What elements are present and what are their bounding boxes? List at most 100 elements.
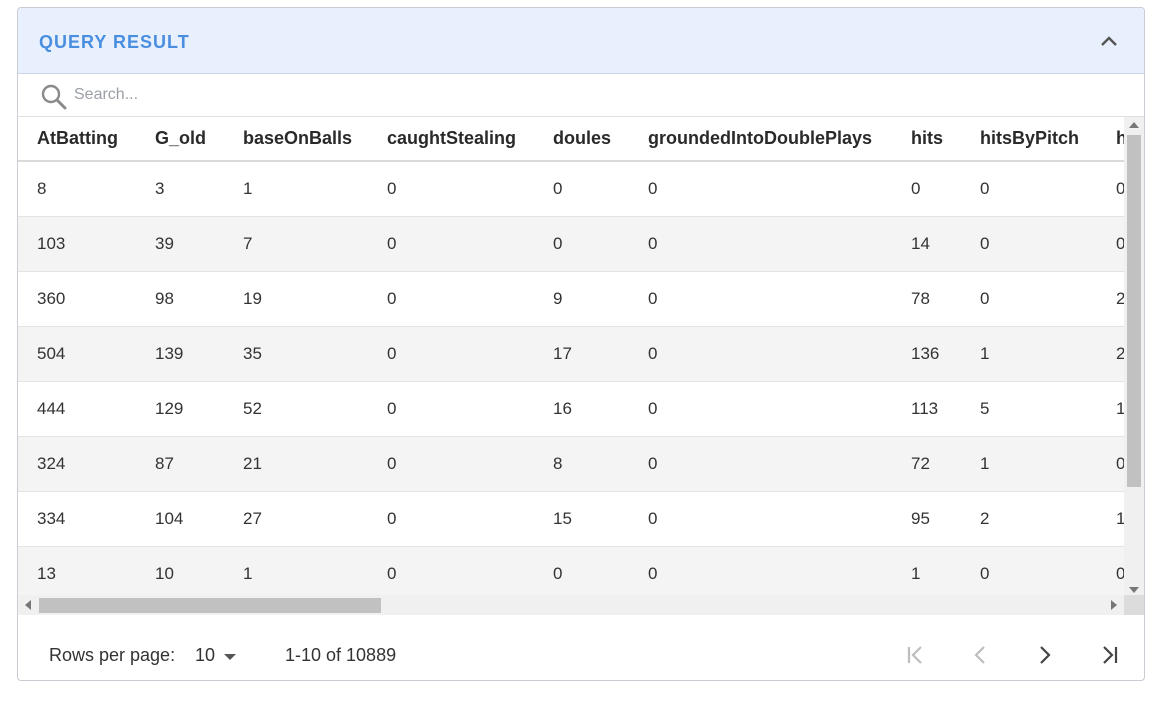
table-cell: 0 — [629, 381, 892, 437]
table-cell: 5 — [961, 381, 1097, 437]
scroll-right-arrow-icon[interactable] — [1111, 600, 1117, 610]
chevron-left-icon — [974, 646, 985, 664]
column-header-g-old[interactable]: G_old — [136, 117, 224, 162]
table-cell: 1 — [1097, 491, 1124, 547]
table-cell: 8 — [18, 161, 136, 217]
table-cell: 16 — [534, 381, 629, 437]
first-page-icon — [907, 646, 922, 664]
search-input[interactable] — [74, 82, 474, 108]
table-cell: 103 — [18, 216, 136, 272]
table-header-row: AtBatting G_old baseOnBalls caughtSteali… — [18, 117, 1124, 162]
table-cell: 0 — [1097, 216, 1124, 272]
table-cell: 139 — [136, 326, 224, 382]
search-icon — [41, 84, 67, 110]
table-cell: 98 — [136, 271, 224, 327]
table-row[interactable]: 32487210807210 — [18, 436, 1124, 492]
table-row[interactable]: 50413935017013612 — [18, 326, 1124, 382]
table-cell: 7 — [224, 216, 368, 272]
table-cell: 360 — [18, 271, 136, 327]
table-cell: 0 — [961, 546, 1097, 598]
panel-title: QUERY RESULT — [39, 32, 190, 52]
panel-header: QUERY RESULT — [18, 8, 1144, 74]
pagination-range: 1-10 of 10889 — [285, 645, 397, 665]
column-header-caughtstealing[interactable]: caughtStealing — [368, 117, 534, 162]
table-cell: 0 — [629, 161, 892, 217]
table-cell: 1 — [1097, 381, 1124, 437]
table-cell: 444 — [18, 381, 136, 437]
table-cell: 21 — [224, 436, 368, 492]
pagination-bar: Rows per page: 10 1-10 of 10889 — [18, 615, 1144, 680]
table-cell: 0 — [629, 271, 892, 327]
rows-per-page-label: Rows per page: — [49, 645, 176, 665]
table-cell: 27 — [224, 491, 368, 547]
table-cell: 0 — [961, 271, 1097, 327]
table-cell: 0 — [534, 161, 629, 217]
table-cell: 113 — [892, 381, 961, 437]
table-cell: 1 — [224, 161, 368, 217]
horizontal-scroll-thumb[interactable] — [39, 598, 381, 613]
table-row[interactable]: 3341042701509521 — [18, 491, 1124, 547]
table-cell: 14 — [892, 216, 961, 272]
table-cell: 0 — [961, 216, 1097, 272]
table-cell: 52 — [224, 381, 368, 437]
table-row[interactable]: 44412952016011351 — [18, 381, 1124, 437]
table-cell: 0 — [368, 271, 534, 327]
table-row[interactable]: 13101000100 — [18, 546, 1124, 598]
table-cell: 39 — [136, 216, 224, 272]
table-cell: 0 — [1097, 436, 1124, 492]
table-cell: 1 — [961, 326, 1097, 382]
table-cell: 13 — [18, 546, 136, 598]
table-cell: 0 — [629, 436, 892, 492]
table-cell: 0 — [368, 436, 534, 492]
table-cell: 17 — [534, 326, 629, 382]
horizontal-scrollbar[interactable] — [18, 595, 1124, 615]
table-cell: 334 — [18, 491, 136, 547]
rows-per-page-select[interactable]: 10 — [195, 645, 237, 666]
column-header-atbatting[interactable]: AtBatting — [18, 117, 136, 162]
table-cell: 2 — [1097, 271, 1124, 327]
table-cell: 0 — [629, 326, 892, 382]
scrollbar-corner — [1124, 595, 1144, 615]
table-cell: 10 — [136, 546, 224, 598]
table-cell: 0 — [629, 491, 892, 547]
column-header-baseonballs[interactable]: baseOnBalls — [224, 117, 368, 162]
table-cell: 0 — [368, 546, 534, 598]
column-header-truncated[interactable]: h — [1097, 117, 1124, 162]
table-cell: 0 — [368, 161, 534, 217]
table-cell: 0 — [1097, 546, 1124, 598]
scroll-down-arrow-icon[interactable] — [1129, 587, 1139, 593]
table-cell: 0 — [1097, 161, 1124, 217]
table-row[interactable]: 36098190907802 — [18, 271, 1124, 327]
table-row[interactable]: 1033970001400 — [18, 216, 1124, 272]
table-row[interactable]: 831000000 — [18, 161, 1124, 217]
chevron-up-icon — [1101, 36, 1117, 46]
next-page-button[interactable] — [1031, 641, 1059, 669]
table-cell: 1 — [892, 546, 961, 598]
last-page-icon — [1103, 646, 1118, 664]
table-cell: 0 — [368, 326, 534, 382]
vertical-scroll-thumb[interactable] — [1127, 135, 1141, 487]
table-cell: 504 — [18, 326, 136, 382]
query-result-panel: QUERY RESULT AtBatting G_old baseOnBalls — [17, 7, 1145, 681]
table-cell: 0 — [961, 161, 1097, 217]
table-cell: 0 — [534, 546, 629, 598]
collapse-button[interactable] — [1096, 28, 1122, 54]
table-cell: 0 — [368, 216, 534, 272]
table-cell: 0 — [892, 161, 961, 217]
table-cell: 8 — [534, 436, 629, 492]
results-table-viewport: AtBatting G_old baseOnBalls caughtSteali… — [18, 117, 1124, 598]
last-page-button[interactable] — [1095, 641, 1123, 669]
first-page-button[interactable] — [902, 641, 930, 669]
previous-page-button[interactable] — [966, 641, 994, 669]
scroll-up-arrow-icon[interactable] — [1129, 122, 1139, 128]
column-header-hitsbypitch[interactable]: hitsByPitch — [961, 117, 1097, 162]
table-cell: 2 — [961, 491, 1097, 547]
vertical-scrollbar[interactable] — [1124, 117, 1144, 598]
chevron-right-icon — [1040, 646, 1051, 664]
column-header-groundedintodoubleplays[interactable]: groundedIntoDoublePlays — [629, 117, 892, 162]
column-header-doules[interactable]: doules — [534, 117, 629, 162]
column-header-hits[interactable]: hits — [892, 117, 961, 162]
table-cell: 129 — [136, 381, 224, 437]
table-cell: 0 — [629, 546, 892, 598]
scroll-left-arrow-icon[interactable] — [25, 600, 31, 610]
